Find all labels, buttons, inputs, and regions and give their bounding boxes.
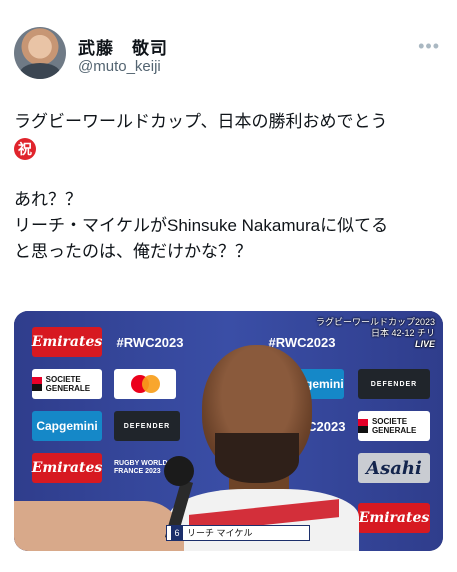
broadcast-title: ラグビーワールドカップ2023 bbox=[315, 317, 435, 327]
tweet-line-emoji: 祝 bbox=[14, 135, 444, 161]
tweet-text: ラグビーワールドカップ、日本の勝利おめでとう 祝 あれ？？ リーチ・マイケルがS… bbox=[14, 109, 444, 265]
live-badge: LIVE bbox=[414, 339, 435, 349]
emirates-logo: Emirates bbox=[358, 503, 430, 533]
tweet-line: あれ？？ bbox=[14, 190, 82, 209]
avatar-shirt bbox=[20, 63, 60, 79]
defender-logo: DEFENDER bbox=[358, 369, 430, 399]
jersey-number: 6 bbox=[171, 526, 183, 540]
tweet-header: 武藤 敬司 @muto_keiji ••• bbox=[14, 24, 444, 84]
mastercard-logo bbox=[114, 369, 176, 399]
celebration-emoji-icon: 祝 bbox=[14, 137, 36, 160]
societe-generale-logo: SOCIETE GENERALE bbox=[358, 411, 430, 441]
societe-generale-text: SOCIETE GENERALE bbox=[371, 417, 417, 435]
display-name[interactable]: 武藤 敬司 bbox=[78, 34, 168, 59]
interviewed-player bbox=[169, 345, 359, 551]
interviewer-hand bbox=[14, 501, 184, 551]
mastercard-orange-circle bbox=[141, 375, 160, 393]
capgemini-logo: Capgemini bbox=[32, 411, 102, 441]
microphone-head bbox=[164, 456, 194, 486]
societe-generale-mark bbox=[32, 377, 42, 391]
broadcast-score: 日本 42-12 チリ bbox=[370, 328, 435, 338]
player-name: リーチ マイケル bbox=[187, 528, 253, 538]
emirates-logo: Emirates bbox=[32, 327, 102, 357]
tweet-line: ラグビーワールドカップ、日本の勝利おめでとう bbox=[14, 112, 388, 131]
player-jersey bbox=[169, 489, 359, 551]
user-handle[interactable]: @muto_keiji bbox=[78, 58, 161, 75]
player-beard bbox=[215, 433, 299, 483]
broadcast-overlay: ラグビーワールドカップ2023 日本 42-12 チリ LIVE bbox=[316, 317, 435, 350]
emirates-logo: Emirates bbox=[32, 453, 102, 483]
tweet-line: リーチ・マイケルがShinsuke Nakamuraに似てる bbox=[14, 216, 389, 235]
tweet-media-image[interactable]: Emirates #RWC2023 #RWC2023 SOCIETE GENER… bbox=[14, 311, 443, 551]
more-dots-icon[interactable]: ••• bbox=[418, 36, 440, 57]
player-name-caption: 6 リーチ マイケル bbox=[166, 525, 310, 541]
societe-generale-text: SOCIETE GENERALE bbox=[45, 375, 91, 393]
societe-generale-logo: SOCIETE GENERALE bbox=[32, 369, 102, 399]
asahi-logo: Asahi bbox=[358, 453, 430, 483]
societe-generale-mark bbox=[358, 419, 368, 433]
tweet-line: と思ったのは、俺だけかな？？ bbox=[14, 242, 252, 261]
microphone-icon bbox=[164, 456, 194, 541]
avatar[interactable] bbox=[14, 27, 66, 79]
